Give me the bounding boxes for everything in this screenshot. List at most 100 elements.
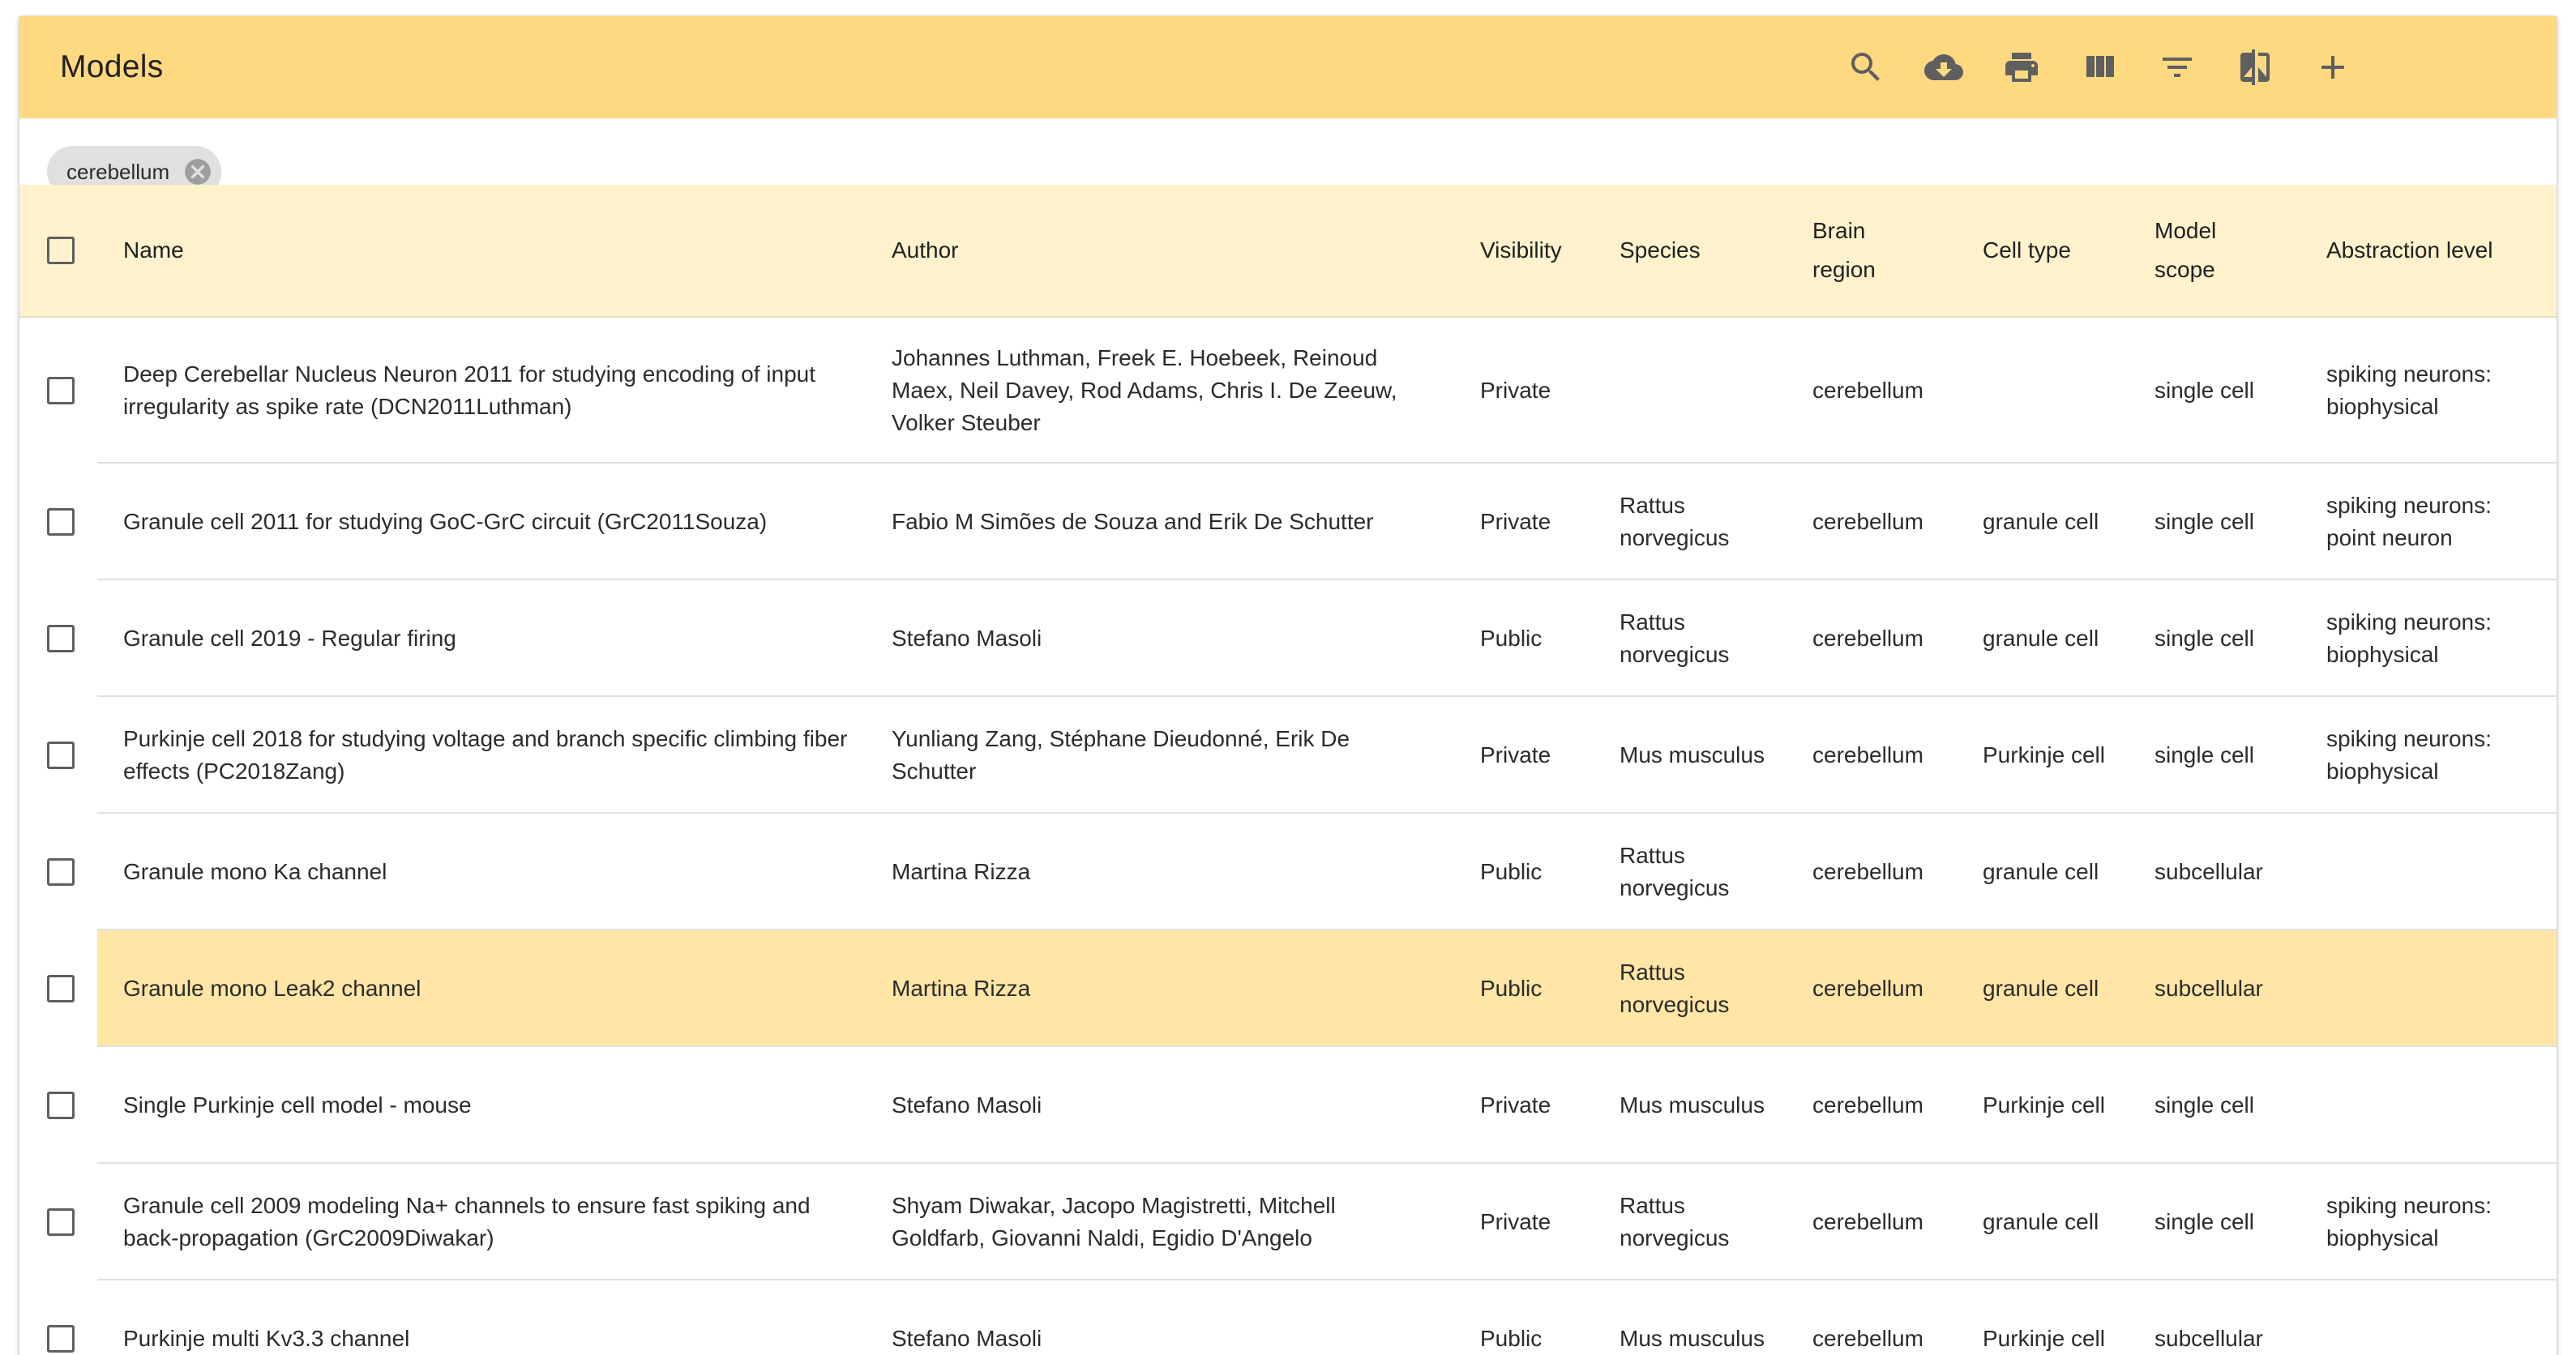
table-row[interactable]: Granule cell 2019 - Regular firing Stefan… xyxy=(19,580,2557,697)
cell-model-scope: subcellular xyxy=(2155,1326,2263,1351)
column-header-abstraction-level[interactable]: Abstraction level xyxy=(2326,185,2545,316)
search-button[interactable] xyxy=(1842,43,1890,92)
cell-name: Single Purkinje cell model - mouse xyxy=(123,1092,472,1118)
cell-name: Granule cell 2019 - Regular firing xyxy=(123,626,456,651)
cell-name: Granule cell 2009 modeling Na+ channels … xyxy=(123,1193,811,1250)
cell-abstraction-level xyxy=(2326,814,2545,930)
cell-cell-type: granule cell xyxy=(1983,626,2099,651)
row-checkbox[interactable] xyxy=(47,742,75,769)
cell-model-scope: single cell xyxy=(2155,378,2254,403)
cell-brain-region: cerebellum xyxy=(1812,859,1923,884)
cell-brain-region: cerebellum xyxy=(1812,742,1923,767)
cell-cell-type: granule cell xyxy=(1983,976,2099,1001)
column-header-brain-region[interactable]: Brain region xyxy=(1812,185,1918,316)
cell-brain-region: cerebellum xyxy=(1812,1326,1923,1351)
cell-abstraction-level: spiking neurons: biophysical xyxy=(2326,609,2492,667)
table-row[interactable]: Purkinje cell 2018 for studying voltage … xyxy=(19,697,2557,814)
cell-brain-region: cerebellum xyxy=(1812,1209,1923,1234)
cell-cell-type xyxy=(1983,318,2145,464)
cell-visibility: Private xyxy=(1480,509,1551,534)
filter-chip-label: cerebellum xyxy=(66,159,170,184)
add-model-button[interactable] xyxy=(2309,43,2357,92)
cell-species: Rattus norvegicus xyxy=(1620,609,1730,667)
cancel-icon xyxy=(185,159,212,185)
cell-model-scope: single cell xyxy=(2155,1092,2254,1118)
table-row[interactable]: Deep Cerebellar Nucleus Neuron 2011 for … xyxy=(19,318,2557,464)
cell-visibility: Public xyxy=(1480,976,1543,1001)
cell-species: Rattus norvegicus xyxy=(1620,960,1730,1017)
select-all-checkbox[interactable] xyxy=(47,237,75,264)
cell-author: Martina Rizza xyxy=(892,976,1031,1001)
cell-visibility: Public xyxy=(1480,626,1543,651)
table-row[interactable]: Granule mono Leak2 channel Martina Rizza P… xyxy=(19,930,2557,1047)
table-row[interactable]: Single Purkinje cell model - mouse Stefan… xyxy=(19,1047,2557,1164)
row-checkbox[interactable] xyxy=(47,1092,75,1119)
add-icon xyxy=(2321,56,2344,79)
column-header-visibility[interactable]: Visibility xyxy=(1480,185,1610,316)
cell-author: Johannes Luthman, Freek E. Hoebeek, Rein… xyxy=(892,345,1397,435)
table-row[interactable]: Purkinje multi Kv3.3 channel Stefano Maso… xyxy=(19,1280,2557,1355)
search-icon xyxy=(1851,53,1880,81)
view-columns-button[interactable] xyxy=(2075,43,2124,92)
cell-cell-type: Purkinje cell xyxy=(1983,1092,2105,1118)
table-row[interactable]: Granule cell 2011 for studying GoC-GrC c… xyxy=(19,464,2557,580)
filter-button[interactable] xyxy=(2153,43,2202,92)
cell-model-scope: single cell xyxy=(2155,742,2254,767)
cell-species: Mus musculus xyxy=(1620,1092,1765,1118)
cell-abstraction-level: spiking neurons: biophysical xyxy=(2326,361,2492,419)
download-button[interactable] xyxy=(1919,43,1968,92)
toolbar: Models xyxy=(19,16,2557,118)
cloud-download-icon xyxy=(1924,54,1963,80)
cell-author: Stefano Masoli xyxy=(892,1092,1042,1118)
cell-model-scope: subcellular xyxy=(2155,859,2263,884)
row-checkbox[interactable] xyxy=(47,975,75,1002)
cell-author: Shyam Diwakar, Jacopo Magistretti, Mitch… xyxy=(892,1193,1336,1250)
row-checkbox[interactable] xyxy=(47,1208,75,1236)
column-header-author[interactable]: Author xyxy=(892,185,1459,316)
cell-visibility: Private xyxy=(1480,378,1551,403)
cell-cell-type: granule cell xyxy=(1983,1209,2099,1234)
column-header-cell-type[interactable]: Cell type xyxy=(1983,185,2129,316)
cell-species xyxy=(1620,318,1782,464)
cell-name: Deep Cerebellar Nucleus Neuron 2011 for … xyxy=(123,361,816,419)
cell-abstraction-level xyxy=(2326,1280,2545,1355)
page: Models cerebellum Name Author Visibility… xyxy=(0,0,2576,1355)
cell-species: Mus musculus xyxy=(1620,742,1765,767)
cell-author: Yunliang Zang, Stéphane Dieudonné, Erik … xyxy=(892,726,1350,784)
cell-author: Stefano Masoli xyxy=(892,626,1042,651)
cell-name: Granule mono Ka channel xyxy=(123,859,387,884)
cell-abstraction-level: spiking neurons: biophysical xyxy=(2326,726,2492,784)
row-checkbox[interactable] xyxy=(47,858,75,886)
cell-name: Granule cell 2011 for studying GoC-GrC c… xyxy=(123,509,768,534)
cell-model-scope: single cell xyxy=(2155,1209,2254,1234)
print-icon xyxy=(2005,53,2038,82)
column-header-name[interactable]: Name xyxy=(123,185,853,316)
cell-species: Rattus norvegicus xyxy=(1620,843,1730,900)
cell-cell-type: Purkinje cell xyxy=(1983,742,2105,767)
cell-model-scope: single cell xyxy=(2155,626,2254,651)
cell-visibility: Private xyxy=(1480,742,1551,767)
table-row[interactable]: Granule mono Ka channel Martina Rizza Publ… xyxy=(19,814,2557,930)
row-checkbox[interactable] xyxy=(47,377,75,404)
table-row[interactable]: Granule cell 2009 modeling Na+ channels … xyxy=(19,1164,2557,1280)
cell-brain-region: cerebellum xyxy=(1812,378,1923,403)
cell-species: Mus musculus xyxy=(1620,1326,1765,1351)
cell-brain-region: cerebellum xyxy=(1812,1092,1923,1118)
cell-brain-region: cerebellum xyxy=(1812,976,1923,1001)
compare-icon xyxy=(2240,49,2270,85)
row-checkbox[interactable] xyxy=(47,1325,75,1353)
cell-abstraction-level: spiking neurons: point neuron xyxy=(2326,493,2492,550)
chip-delete-button[interactable] xyxy=(182,156,213,187)
column-header-model-scope[interactable]: Model scope xyxy=(2155,185,2260,316)
cell-visibility: Public xyxy=(1480,859,1543,884)
compare-button[interactable] xyxy=(2231,43,2279,92)
table-header: Name Author Visibility Species Brain reg… xyxy=(19,185,2557,318)
column-header-species[interactable]: Species xyxy=(1620,185,1782,316)
row-checkbox[interactable] xyxy=(47,625,75,652)
cell-species: Rattus norvegicus xyxy=(1620,493,1730,550)
row-checkbox[interactable] xyxy=(47,508,75,536)
cell-cell-type: Purkinje cell xyxy=(1983,1326,2105,1351)
cell-cell-type: granule cell xyxy=(1983,509,2099,534)
cell-visibility: Private xyxy=(1480,1092,1551,1118)
print-button[interactable] xyxy=(1997,43,2046,92)
